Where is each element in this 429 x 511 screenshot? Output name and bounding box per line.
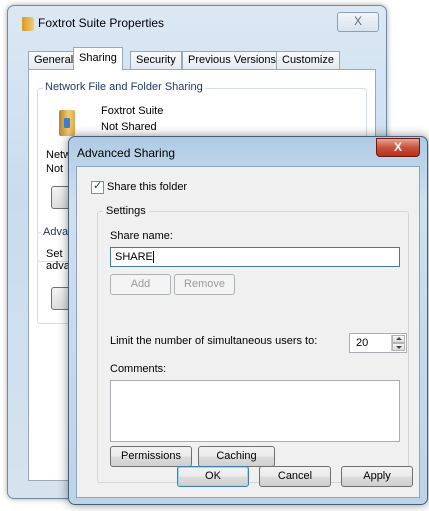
share-name-value: SHARE (115, 251, 153, 263)
share-this-folder-label[interactable]: Share this folder (107, 181, 187, 193)
folder-icon (22, 17, 34, 31)
cancel-button[interactable]: Cancel (259, 466, 331, 487)
tab-customize[interactable]: Customize (276, 51, 340, 69)
settings-group-title: Settings (103, 205, 149, 217)
properties-window-title: Foxtrot Suite Properties (38, 16, 165, 30)
user-limit-label: Limit the number of simultaneous users t… (110, 335, 318, 347)
advanced-sharing-title: Advanced Sharing (77, 146, 176, 160)
properties-close-button[interactable]: X (337, 12, 379, 32)
advanced-sharing-dialog: Advanced Sharing X Share this folder Set… (68, 136, 428, 505)
comments-label: Comments: (110, 363, 167, 375)
share-name-input[interactable]: SHARE (110, 247, 400, 267)
advanced-sharing-body: Share this folder Settings Share name: S… (76, 166, 420, 498)
text-caret (152, 251, 154, 264)
advanced-sharing-group-title: Adva (41, 226, 71, 238)
tab-previous-versions[interactable]: Previous Versions (182, 51, 283, 69)
comments-textarea[interactable] (110, 380, 400, 442)
spinner-down-icon[interactable] (392, 343, 405, 351)
folder-name: Foxtrot Suite (101, 105, 164, 117)
tab-security[interactable]: Security (130, 51, 182, 69)
spinner-up-icon[interactable] (392, 335, 405, 343)
share-name-label: Share name: (110, 230, 173, 242)
shared-folder-icon (59, 110, 75, 136)
ok-button[interactable]: OK (177, 466, 249, 487)
advanced-sharing-close-button[interactable]: X (376, 138, 420, 157)
advanced-sharing-desc-line1: Set (46, 248, 63, 260)
network-path-value: Not (46, 163, 64, 175)
network-sharing-group-title: Network File and Folder Sharing (43, 81, 205, 93)
tab-sharing[interactable]: Sharing (73, 47, 123, 70)
advanced-sharing-desc-line2: adva (46, 260, 70, 272)
permissions-button[interactable]: Permissions (110, 446, 192, 467)
add-button[interactable]: Add (110, 274, 171, 295)
caching-button[interactable]: Caching (198, 446, 275, 467)
remove-button[interactable]: Remove (174, 274, 235, 295)
folder-share-status: Not Shared (101, 121, 157, 133)
share-this-folder-checkbox[interactable] (91, 179, 104, 194)
user-limit-value: 20 (356, 337, 369, 349)
spinner-arrows (391, 335, 405, 351)
user-limit-spinner[interactable]: 20 (349, 333, 407, 353)
apply-button[interactable]: Apply (341, 466, 413, 487)
tab-general[interactable]: General (28, 51, 80, 69)
